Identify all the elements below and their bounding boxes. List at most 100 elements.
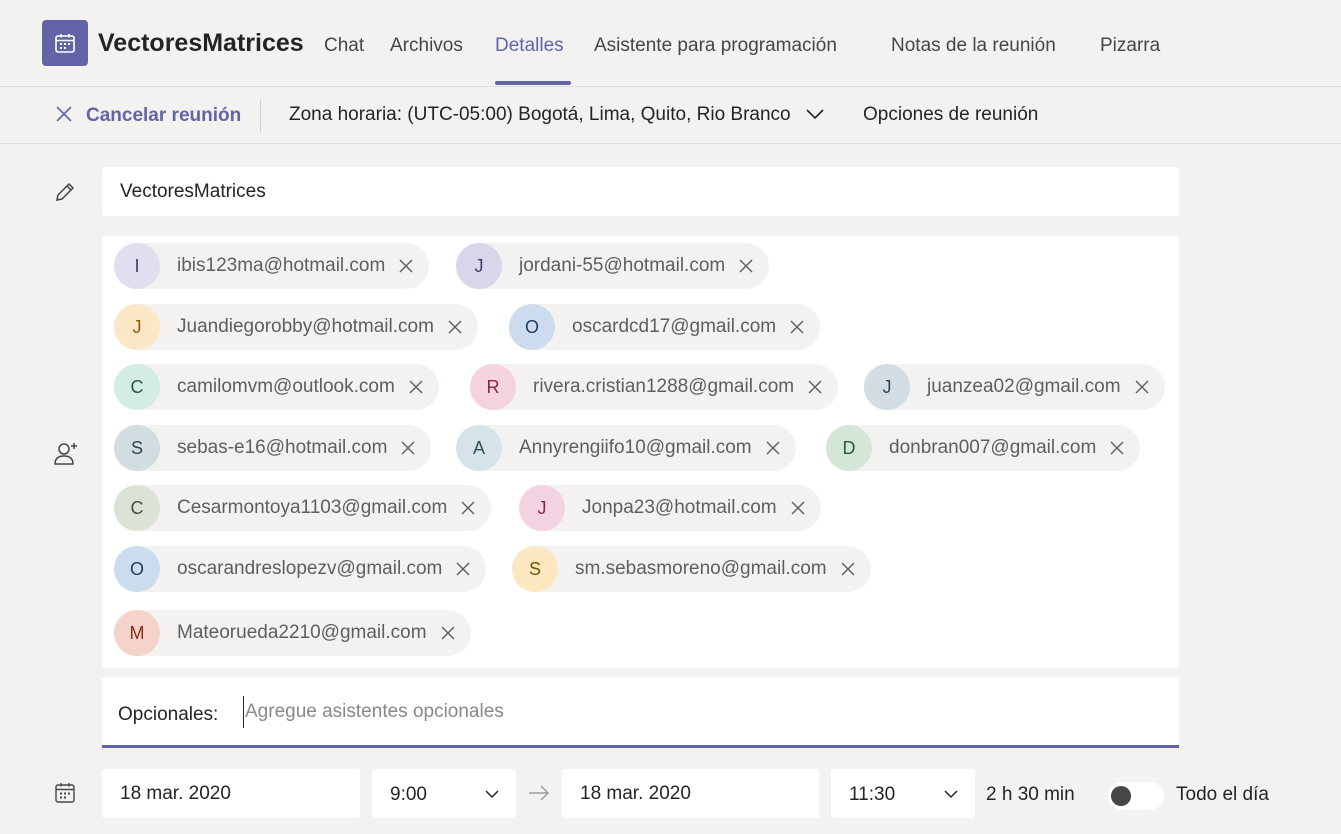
attendee-email: oscardcd17@gmail.com (572, 316, 777, 337)
attendee-email: Jonpa23@hotmail.com (582, 497, 777, 518)
attendee-chip[interactable]: Ssebas-e16@hotmail.com (114, 425, 432, 471)
attendee-chip[interactable]: Ssm.sebasmoreno@gmail.com (512, 546, 871, 592)
attendee-email: jordani-55@hotmail.com (519, 255, 726, 276)
avatar: A (456, 425, 502, 471)
end-date-field[interactable]: 18 mar. 2020 (562, 769, 819, 818)
end-date-value: 18 mar. 2020 (580, 782, 691, 804)
remove-attendee-close-icon[interactable] (804, 376, 826, 398)
tab-files[interactable]: Archivos (390, 35, 463, 57)
calendar-app-icon (42, 20, 88, 66)
attendee-chip[interactable]: Ooscarandreslopezv@gmail.com (114, 546, 487, 592)
attendee-email: camilomvm@outlook.com (177, 376, 395, 397)
optional-label: Opcionales: (118, 704, 219, 725)
attendee-email: oscarandreslopezv@gmail.com (177, 558, 443, 579)
attendee-chip[interactable]: Jjuanzea02@gmail.com (864, 364, 1165, 410)
close-icon (54, 104, 74, 129)
avatar: J (864, 364, 910, 410)
start-time-dropdown[interactable]: 9:00 (372, 769, 516, 818)
attendee-chip[interactable]: C Cesarmontoya1103@gmail.com (114, 485, 492, 531)
remove-attendee-close-icon[interactable] (452, 558, 474, 580)
duration-label: 2 h 30 min (986, 784, 1075, 805)
remove-attendee-close-icon[interactable] (762, 437, 784, 459)
remove-attendee-close-icon[interactable] (457, 497, 479, 519)
cancel-meeting-button[interactable]: Cancelar reunión (54, 102, 241, 130)
meeting-title: VectoresMatrices (98, 29, 304, 57)
avatar: S (512, 546, 558, 592)
tab-meeting-notes[interactable]: Notas de la reunión (891, 35, 1056, 57)
meeting-title-input[interactable] (102, 167, 1179, 216)
attendee-email: donbran007@gmail.com (889, 437, 1097, 458)
pencil-icon (53, 180, 77, 209)
required-attendees-box[interactable]: Iibis123ma@hotmail.com Jjordani-55@hotmai… (102, 236, 1179, 668)
remove-attendee-close-icon[interactable] (444, 316, 466, 338)
attendee-chip[interactable]: J Juandiegorobby@hotmail.com (114, 304, 478, 350)
attendee-email: Mateorueda2210@gmail.com (177, 622, 427, 643)
attendee-chip[interactable]: Ccamilomvm@outlook.com (114, 364, 439, 410)
remove-attendee-close-icon[interactable] (787, 497, 809, 519)
chevron-down-icon (484, 785, 500, 809)
arrow-right-icon (528, 784, 550, 807)
meeting-options-button[interactable]: Opciones de reunión (863, 104, 1038, 126)
attendee-email: Juandiegorobby@hotmail.com (177, 316, 434, 337)
remove-attendee-close-icon[interactable] (1106, 437, 1128, 459)
cancel-meeting-label: Cancelar reunión (86, 105, 242, 126)
attendee-chip[interactable]: Ddonbran007@gmail.com (826, 425, 1141, 471)
start-time-value: 9:00 (390, 784, 427, 805)
avatar: O (114, 546, 160, 592)
remove-attendee-close-icon[interactable] (397, 437, 419, 459)
calendar-icon (53, 781, 77, 810)
end-time-value: 11:30 (849, 784, 896, 805)
remove-attendee-close-icon[interactable] (437, 622, 459, 644)
tab-scheduling-assistant[interactable]: Asistente para programación (594, 35, 837, 57)
avatar: S (114, 425, 160, 471)
all-day-label: Todo el día (1176, 784, 1269, 805)
avatar: C (114, 485, 160, 531)
avatar: M (114, 610, 160, 656)
remove-attendee-close-icon[interactable] (735, 255, 757, 277)
start-date-field[interactable]: 18 mar. 2020 (102, 769, 360, 818)
attendee-chip[interactable]: A Annyrengiifo10@gmail.com (456, 425, 796, 471)
attendee-email: Annyrengiifo10@gmail.com (519, 437, 752, 458)
tab-whiteboard[interactable]: Pizarra (1100, 35, 1160, 57)
attendee-chip[interactable]: M Mateorueda2210@gmail.com (114, 610, 471, 656)
avatar: O (509, 304, 555, 350)
attendee-email: ibis123ma@hotmail.com (177, 255, 386, 276)
attendee-chip[interactable]: Rrivera.cristian1288@gmail.com (470, 364, 839, 410)
toolbar: Cancelar reunión Zona horaria: (UTC-05:0… (0, 87, 1341, 144)
toggle-knob (1111, 786, 1131, 806)
end-time-dropdown[interactable]: 11:30 (831, 769, 975, 818)
chevron-down-icon (943, 785, 959, 809)
all-day-toggle[interactable] (1108, 782, 1164, 810)
optional-attendees-box: Opcionales: (102, 677, 1179, 748)
add-person-icon (53, 440, 79, 471)
remove-attendee-close-icon[interactable] (786, 316, 808, 338)
timezone-dropdown[interactable]: Zona horaria: (UTC-05:00) Bogotá, Lima, … (289, 104, 825, 126)
attendee-chip[interactable]: J Jonpa23@hotmail.com (519, 485, 821, 531)
avatar: J (519, 485, 565, 531)
header: VectoresMatrices Chat Archivos Detalles … (0, 0, 1341, 87)
toolbar-divider (260, 99, 261, 132)
avatar: J (114, 304, 160, 350)
active-tab-indicator (495, 81, 571, 85)
avatar: C (114, 364, 160, 410)
remove-attendee-close-icon[interactable] (837, 558, 859, 580)
attendee-email: rivera.cristian1288@gmail.com (533, 376, 795, 397)
start-date-value: 18 mar. 2020 (120, 782, 231, 804)
remove-attendee-close-icon[interactable] (1131, 376, 1153, 398)
attendee-chip[interactable]: Iibis123ma@hotmail.com (114, 243, 430, 289)
avatar: D (826, 425, 872, 471)
optional-attendees-input[interactable] (243, 696, 1143, 728)
tab-details[interactable]: Detalles (495, 35, 564, 57)
attendee-chip[interactable]: Jjordani-55@hotmail.com (456, 243, 770, 289)
timezone-label: Zona horaria: (UTC-05:00) Bogotá, Lima, … (289, 104, 791, 125)
avatar: I (114, 243, 160, 289)
avatar: R (470, 364, 516, 410)
tab-chat[interactable]: Chat (324, 35, 364, 57)
attendee-email: Cesarmontoya1103@gmail.com (177, 497, 448, 518)
attendee-email: juanzea02@gmail.com (927, 376, 1121, 397)
attendee-chip[interactable]: Ooscardcd17@gmail.com (509, 304, 821, 350)
avatar: J (456, 243, 502, 289)
remove-attendee-close-icon[interactable] (395, 255, 417, 277)
chevron-down-icon (805, 104, 825, 126)
remove-attendee-close-icon[interactable] (405, 376, 427, 398)
